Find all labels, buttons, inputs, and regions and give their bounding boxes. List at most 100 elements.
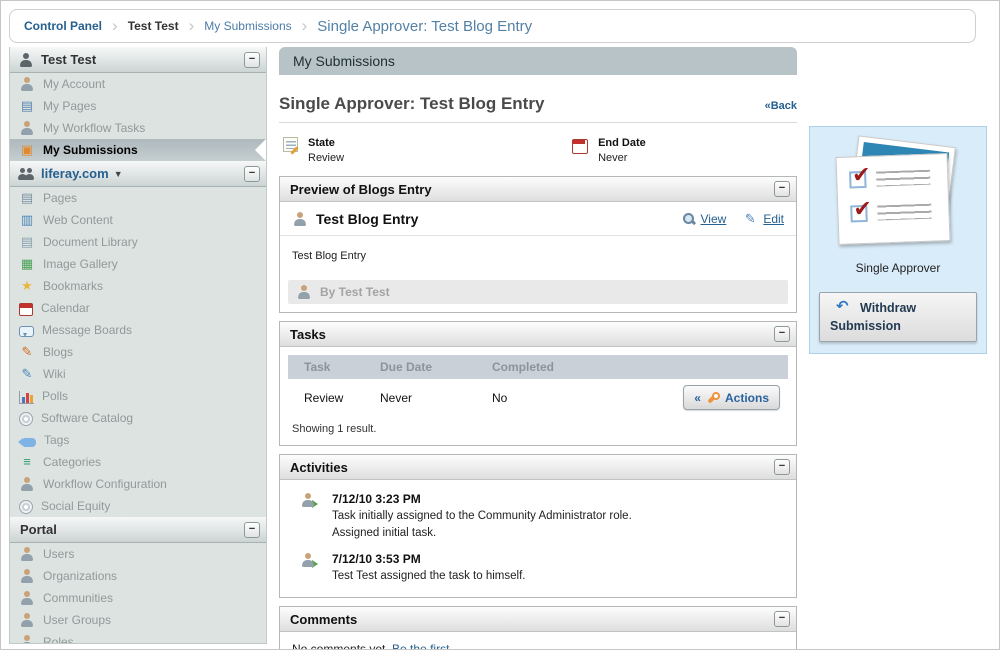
- sidebar-item-calendar[interactable]: Calendar: [10, 297, 266, 319]
- my-pages-icon: ▤: [19, 98, 35, 114]
- sidebar-item-users[interactable]: Users: [10, 543, 266, 565]
- page-title: Single Approver: Test Blog Entry: [279, 94, 544, 114]
- no-comments-text: No comments yet.: [292, 642, 389, 650]
- sidebar-item-organizations[interactable]: Organizations: [10, 565, 266, 587]
- sidebar-item-my-workflow-tasks[interactable]: My Workflow Tasks: [10, 117, 266, 139]
- workflow-configuration-icon: [19, 476, 35, 492]
- breadcrumb-control-panel[interactable]: Control Panel: [24, 19, 102, 33]
- sidebar-item-social-equity[interactable]: Social Equity: [10, 495, 266, 517]
- wrench-icon: [706, 391, 720, 405]
- chevron-left-icon: «: [694, 391, 701, 405]
- collapse-community-section-button[interactable]: −: [244, 166, 260, 182]
- sidebar-item-bookmarks[interactable]: ★ Bookmarks: [10, 275, 266, 297]
- categories-icon: ≡: [19, 454, 35, 470]
- text-lines-graphic: [876, 170, 930, 187]
- sidebar: Test Test − My Account ▤ My Workflow Tas…: [9, 47, 267, 644]
- sidebar-item-image-gallery[interactable]: ▦ Image Gallery: [10, 253, 266, 275]
- sidebar-item-wiki[interactable]: ✎ Wiki: [10, 363, 266, 385]
- blog-author-icon: [292, 211, 308, 227]
- users-icon: [19, 546, 35, 562]
- back-link[interactable]: «Back: [765, 100, 797, 112]
- be-the-first-link[interactable]: Be the first.: [392, 642, 453, 650]
- my-workflow-tasks-icon: [19, 120, 35, 136]
- sidebar-item-label: My Submissions: [43, 143, 138, 157]
- text-lines-graphic: [877, 204, 931, 221]
- portlet-title: My Submissions: [293, 53, 395, 69]
- end-date-label: End Date: [598, 137, 646, 149]
- sidebar-item-document-library[interactable]: ▤ Document Library: [10, 231, 266, 253]
- comments-panel-title: Comments: [290, 612, 357, 627]
- caret-down-icon: ▼: [114, 169, 123, 179]
- due-date-cell: Never: [380, 391, 492, 405]
- breadcrumb: Control Panel › Test Test › My Submissio…: [9, 9, 976, 43]
- tags-icon: [23, 438, 36, 447]
- blog-entry-byline: By Test Test: [288, 280, 788, 304]
- sidebar-item-user-groups[interactable]: User Groups: [10, 609, 266, 631]
- portlet-title-bar: My Submissions: [279, 47, 797, 75]
- breadcrumb-separator-icon: ›: [189, 16, 195, 36]
- table-row: Review Never No « Actions: [288, 379, 788, 417]
- collapse-preview-panel-button[interactable]: −: [774, 181, 790, 197]
- blog-entry-body: Test Blog Entry: [280, 236, 796, 276]
- collapse-user-section-button[interactable]: −: [244, 52, 260, 68]
- sidebar-item-workflow-configuration[interactable]: Workflow Configuration: [10, 473, 266, 495]
- collapse-portal-section-button[interactable]: −: [244, 522, 260, 538]
- column-due-date: Due Date: [380, 360, 492, 374]
- activity-entry: 7/12/10 3:23 PM Task initially assigned …: [280, 480, 796, 540]
- sidebar-item-label: Blogs: [43, 345, 73, 359]
- column-task: Task: [288, 360, 380, 374]
- sidebar-item-software-catalog[interactable]: Software Catalog: [10, 407, 266, 429]
- communities-icon: [19, 590, 35, 606]
- check-icon: ✔: [853, 196, 872, 223]
- author-pencil-icon: [296, 284, 312, 300]
- sidebar-item-roles[interactable]: Roles: [10, 631, 266, 644]
- sidebar-item-message-boards[interactable]: Message Boards: [10, 319, 266, 341]
- activities-panel: Activities − 7/12/10 3:23 PM Task initia…: [279, 454, 797, 598]
- sidebar-item-categories[interactable]: ≡ Categories: [10, 451, 266, 473]
- sidebar-item-label: User Groups: [43, 613, 111, 627]
- sidebar-item-label: Communities: [43, 591, 113, 605]
- sidebar-item-label: Message Boards: [42, 323, 132, 337]
- breadcrumb-my-submissions[interactable]: My Submissions: [204, 19, 291, 33]
- organizations-icon: [19, 568, 35, 584]
- withdraw-submission-button[interactable]: ↶ Withdraw Submission: [819, 292, 977, 342]
- tasks-panel: Tasks − Task Due Date Completed Review N…: [279, 321, 797, 446]
- sidebar-item-label: Social Equity: [41, 499, 110, 513]
- sidebar-item-web-content[interactable]: ▥ Web Content: [10, 209, 266, 231]
- breadcrumb-test-test[interactable]: Test Test: [128, 19, 179, 33]
- sidebar-item-my-submissions[interactable]: ▣ My Submissions: [10, 139, 266, 161]
- actions-button-label: Actions: [725, 391, 769, 405]
- activities-panel-title: Activities: [290, 460, 348, 475]
- sidebar-item-blogs[interactable]: ✎ Blogs: [10, 341, 266, 363]
- sidebar-item-tags[interactable]: Tags: [10, 429, 266, 451]
- actions-button[interactable]: « Actions: [683, 385, 780, 410]
- sidebar-item-my-account[interactable]: My Account: [10, 73, 266, 95]
- sidebar-item-polls[interactable]: Polls: [10, 385, 266, 407]
- polls-icon: [19, 391, 34, 404]
- breadcrumb-separator-icon: ›: [112, 16, 118, 36]
- view-link[interactable]: View: [682, 212, 727, 226]
- check-icon: ✔: [852, 162, 871, 189]
- sidebar-item-pages[interactable]: ▤ Pages: [10, 187, 266, 209]
- state-label: State: [308, 137, 344, 149]
- collapse-tasks-panel-button[interactable]: −: [774, 326, 790, 342]
- preview-panel-title: Preview of Blogs Entry: [290, 182, 432, 197]
- sidebar-item-communities[interactable]: Communities: [10, 587, 266, 609]
- view-link-label: View: [701, 212, 727, 226]
- sidebar-section-portal: Portal −: [10, 517, 266, 543]
- community-selector[interactable]: liferay.com: [41, 166, 109, 181]
- edit-link[interactable]: ✎ Edit: [742, 211, 784, 227]
- sidebar-item-my-pages[interactable]: ▤ My Workflow Tasks My Pages: [10, 95, 266, 117]
- magnifier-icon: [682, 212, 696, 226]
- pages-icon: ▤: [19, 190, 35, 206]
- image-gallery-icon: ▦: [19, 256, 35, 272]
- activity-date: 7/12/10 3:23 PM: [332, 492, 632, 506]
- sidebar-section-user-title: Test Test: [41, 52, 96, 67]
- collapse-comments-panel-button[interactable]: −: [774, 611, 790, 627]
- collapse-activities-panel-button[interactable]: −: [774, 459, 790, 475]
- end-date-value: Never: [598, 152, 646, 164]
- edit-link-label: Edit: [763, 212, 784, 226]
- sidebar-item-label: Workflow Configuration: [43, 477, 167, 491]
- sidebar-item-label: My Account: [43, 77, 105, 91]
- workflow-definition-box: ✔ ✔ Single Approver ↶ Withdraw Submissio…: [809, 126, 987, 354]
